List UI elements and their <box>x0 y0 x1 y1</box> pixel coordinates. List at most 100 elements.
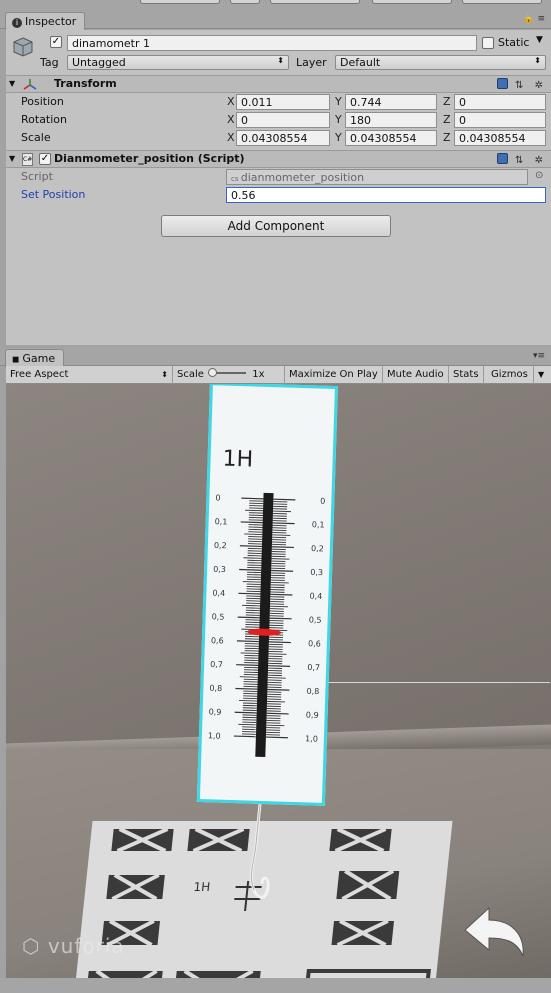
add-component-button[interactable]: Add Component <box>161 215 391 237</box>
maximize-on-play-toggle[interactable]: Maximize On Play <box>285 366 383 384</box>
scale-tick <box>241 497 264 500</box>
scale-tick-label: 0,6 <box>211 636 224 645</box>
foldout-arrow-icon[interactable]: ▼ <box>9 79 15 88</box>
z-axis-label: Z <box>443 95 451 108</box>
toolbar-stub[interactable] <box>462 0 542 4</box>
scale-tick <box>239 700 258 702</box>
rotation-x-field[interactable]: 0 <box>236 112 330 128</box>
component-enabled-checkbox[interactable]: ✓ <box>39 153 51 165</box>
scale-tick <box>244 533 263 535</box>
inspector-panel: ✓ dinamometr 1 Static ▼ Tag Untagged ⬍ La… <box>6 30 551 345</box>
scale-tick <box>269 617 292 620</box>
scale-tick <box>236 640 259 643</box>
game-toolbar: Free Aspect ⬍ Scale 1x Maximize On Play M… <box>6 366 551 384</box>
layer-label: Layer <box>296 56 327 69</box>
tab-game[interactable]: ◼ Game <box>5 349 65 367</box>
position-z-field[interactable]: 0 <box>454 94 546 110</box>
transform-header[interactable]: ▼ Transform ⇅ ✲ <box>6 75 551 93</box>
transform-title: Transform <box>54 77 117 90</box>
object-name-input[interactable]: dinamometr 1 <box>67 35 477 51</box>
scale-tick <box>268 665 291 667</box>
scale-tick <box>266 724 285 727</box>
component-header-icons[interactable]: ⇅ ✲ <box>496 153 547 166</box>
scale-tick <box>238 592 261 595</box>
rotation-z-field[interactable]: 0 <box>454 112 546 128</box>
scale-tick-label: 1,0 <box>208 731 221 740</box>
script-component-title: Dianmometer_position (Script) <box>54 152 245 165</box>
foldout-arrow-icon[interactable]: ▼ <box>9 154 15 163</box>
dynamometer-card: 1H 0 0 0,1 0,1 0,2 0,2 0,3 0,3 0,4 0,4 0,5 0,5 0,6 0,… <box>196 384 338 806</box>
aspect-dropdown[interactable]: Free Aspect ⬍ <box>6 366 173 384</box>
static-dropdown-icon[interactable]: ▼ <box>536 35 543 45</box>
tab-inspector[interactable]: i Inspector <box>5 12 86 30</box>
x-axis-label: X <box>227 113 235 126</box>
scale-tick <box>267 700 286 703</box>
dynamometer-scale: 1H 0 0 0,1 0,1 0,2 0,2 0,3 0,3 0,4 0,4 0,5 0,5 0,6 0,… <box>208 447 325 758</box>
y-axis-label: Y <box>335 131 342 144</box>
cs-script-icon: cs <box>231 175 241 183</box>
object-picker-icon[interactable]: ⊙ <box>535 170 543 181</box>
toolbar-stub[interactable] <box>270 0 360 4</box>
scale-tick-label: 0,4 <box>309 592 322 601</box>
toolbar-stub[interactable] <box>230 0 260 4</box>
script-object-field: cs dianmometer_position <box>226 169 528 185</box>
y-axis-label: Y <box>335 95 342 108</box>
info-icon: i <box>12 18 22 28</box>
scale-z-field[interactable]: 0.04308554 <box>454 130 546 146</box>
scale-tick-label: 0,1 <box>215 517 228 526</box>
back-arrow-icon[interactable] <box>461 904 531 964</box>
rotation-row: Rotation X 0 Y 180 Z 0 <box>6 111 551 129</box>
tag-label: Tag <box>40 56 59 69</box>
rotation-label: Rotation <box>21 113 68 126</box>
tag-select[interactable]: Untagged ⬍ <box>67 55 289 70</box>
scale-tick <box>239 676 258 678</box>
game-tabbar: ◼ Game ▾≡ <box>0 348 551 367</box>
static-checkbox[interactable] <box>482 37 494 49</box>
script-component-header[interactable]: ▼ C# ✓ Dianmometer_position (Script) ⇅ ✲ <box>6 150 551 168</box>
component-header-icons[interactable]: ⇅ ✲ <box>496 78 547 91</box>
scale-tick <box>233 735 256 738</box>
set-position-row: Set Position 0.56 <box>6 186 551 204</box>
slider-thumb[interactable] <box>208 368 218 377</box>
scale-tick <box>237 616 260 619</box>
lock-menu-icon[interactable]: 🔒 ≡ <box>523 14 545 24</box>
scale-tick <box>240 521 263 524</box>
scale-tick <box>245 509 264 512</box>
scale-tick-label: 0 <box>215 493 220 502</box>
scale-tick-label: 0,8 <box>306 687 319 696</box>
scale-x-field[interactable]: 0.04308554 <box>236 130 330 146</box>
position-label: Position <box>21 95 64 108</box>
layer-select[interactable]: Default ⬍ <box>335 55 546 70</box>
game-view[interactable]: 1H 1H 0 0 0,1 0,1 0,2 0,2 0,3 0,3 0,4 0,4 0,5 0,5 0,… <box>6 384 551 978</box>
help-book-icon[interactable] <box>496 78 508 89</box>
scale-tick-label: 0,8 <box>209 684 222 693</box>
rotation-y-field[interactable]: 180 <box>345 112 437 128</box>
stats-toggle[interactable]: Stats <box>449 366 484 384</box>
position-y-field[interactable]: 0.744 <box>345 94 437 110</box>
cs-script-icon: C# <box>22 153 33 166</box>
x-axis-label: X <box>227 131 235 144</box>
scale-slider[interactable] <box>208 368 247 377</box>
active-checkbox[interactable]: ✓ <box>50 36 62 48</box>
scale-tick <box>270 581 289 584</box>
mute-audio-toggle[interactable]: Mute Audio <box>383 366 449 384</box>
panel-menu-icon[interactable]: ▾≡ <box>533 351 545 361</box>
scale-y-field[interactable]: 0.04308554 <box>345 130 437 146</box>
script-row: Script cs dianmometer_position ⊙ <box>6 168 551 186</box>
scale-tick <box>271 546 294 549</box>
toolbar-stub[interactable] <box>140 0 220 4</box>
scale-tick <box>234 711 257 714</box>
scale-tick <box>239 545 262 548</box>
gizmos-dropdown[interactable]: Gizmos <box>487 366 532 384</box>
scale-tick <box>272 534 291 536</box>
help-book-icon[interactable] <box>496 153 508 164</box>
scale-tick <box>271 569 294 572</box>
position-x-field[interactable]: 0.011 <box>236 94 330 110</box>
scale-tick <box>268 641 291 644</box>
scale-tick-label: 0,2 <box>311 544 324 553</box>
scale-tick <box>235 687 258 690</box>
toolbar-stub[interactable] <box>372 0 452 4</box>
set-position-field[interactable]: 0.56 <box>226 187 546 203</box>
scale-tick <box>268 653 287 655</box>
gizmos-arrow-icon[interactable]: ▼ <box>533 366 548 384</box>
